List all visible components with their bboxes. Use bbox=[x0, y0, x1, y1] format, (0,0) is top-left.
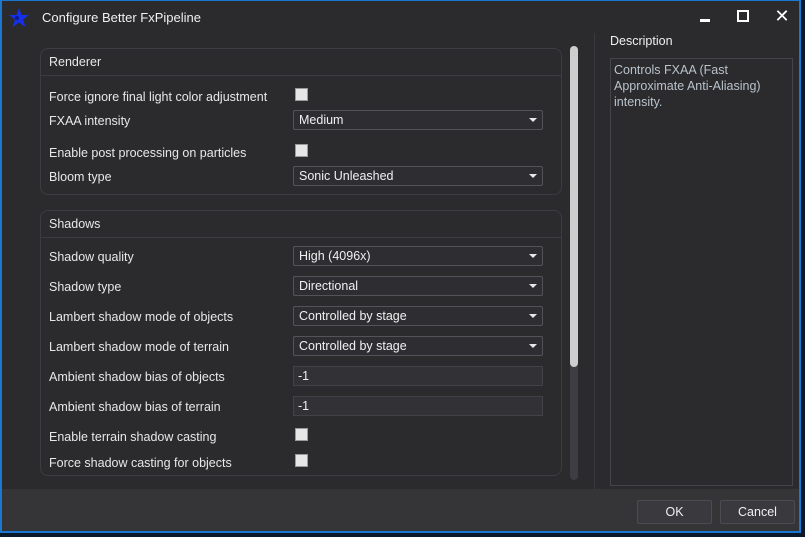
chevron-down-icon bbox=[529, 254, 537, 258]
description-box: Controls FXAA (Fast Approximate Anti-Ali… bbox=[610, 58, 793, 486]
setting-label: Ambient shadow bias of objects bbox=[49, 370, 225, 384]
close-button[interactable]: ✕ bbox=[769, 6, 795, 28]
input-value: -1 bbox=[298, 369, 310, 383]
lambert-shadow-terrain-select[interactable]: Controlled by stage bbox=[293, 336, 543, 356]
group-shadows: Shadows Shadow quality High (4096x) Shad… bbox=[40, 210, 562, 476]
lambert-shadow-objects-select[interactable]: Controlled by stage bbox=[293, 306, 543, 326]
setting-label: Ambient shadow bias of terrain bbox=[49, 400, 221, 414]
setting-row: Shadow type Directional bbox=[41, 276, 561, 300]
setting-label: Bloom type bbox=[49, 170, 112, 184]
setting-row: Lambert shadow mode of objects Controlle… bbox=[41, 306, 561, 330]
input-value: -1 bbox=[298, 399, 310, 413]
select-value: Controlled by stage bbox=[299, 339, 407, 353]
setting-row: FXAA intensity Medium bbox=[41, 110, 561, 134]
ok-button[interactable]: OK bbox=[637, 500, 712, 524]
description-title: Description bbox=[610, 34, 673, 48]
select-value: Controlled by stage bbox=[299, 309, 407, 323]
setting-label: FXAA intensity bbox=[49, 114, 131, 128]
pane-divider bbox=[594, 33, 595, 489]
setting-label: Lambert shadow mode of objects bbox=[49, 310, 234, 324]
select-value: Sonic Unleashed bbox=[299, 169, 394, 183]
chevron-down-icon bbox=[529, 284, 537, 288]
close-icon: ✕ bbox=[774, 6, 790, 26]
settings-scrollbar[interactable] bbox=[570, 46, 578, 480]
bloom-type-select[interactable]: Sonic Unleashed bbox=[293, 166, 543, 186]
shadow-quality-select[interactable]: High (4096x) bbox=[293, 246, 543, 266]
group-header: Shadows bbox=[41, 211, 561, 238]
scrollbar-thumb[interactable] bbox=[570, 46, 578, 367]
chevron-down-icon bbox=[529, 314, 537, 318]
chevron-down-icon bbox=[529, 118, 537, 122]
terrain-shadow-casting-checkbox[interactable] bbox=[295, 428, 308, 441]
setting-row: Bloom type Sonic Unleashed bbox=[41, 166, 561, 190]
fxaa-intensity-select[interactable]: Medium bbox=[293, 110, 543, 130]
group-renderer: Renderer Force ignore final light color … bbox=[40, 48, 562, 195]
ambient-bias-terrain-input[interactable]: -1 bbox=[293, 396, 543, 416]
maximize-button[interactable] bbox=[730, 6, 756, 28]
setting-label: Shadow type bbox=[49, 280, 122, 294]
setting-label: Shadow quality bbox=[49, 250, 134, 264]
ambient-bias-objects-input[interactable]: -1 bbox=[293, 366, 543, 386]
group-header: Renderer bbox=[41, 49, 561, 76]
post-processing-particles-checkbox[interactable] bbox=[295, 144, 308, 157]
setting-row: Shadow quality High (4096x) bbox=[41, 246, 561, 270]
setting-row: Ambient shadow bias of terrain -1 bbox=[41, 396, 561, 420]
select-value: Medium bbox=[299, 113, 344, 127]
shadow-type-select[interactable]: Directional bbox=[293, 276, 543, 296]
cancel-button[interactable]: Cancel bbox=[720, 500, 795, 524]
star-logo-icon bbox=[9, 8, 29, 27]
setting-row: Enable post processing on particles bbox=[41, 141, 561, 165]
chevron-down-icon bbox=[529, 174, 537, 178]
window-title: Configure Better FxPipeline bbox=[42, 10, 201, 25]
setting-label: Lambert shadow mode of terrain bbox=[49, 340, 229, 354]
config-dialog: Configure Better FxPipeline ✕ Renderer F… bbox=[0, 0, 801, 533]
setting-row: Lambert shadow mode of terrain Controlle… bbox=[41, 336, 561, 360]
setting-row: Enable terrain shadow casting bbox=[41, 425, 561, 449]
chevron-down-icon bbox=[529, 344, 537, 348]
select-value: Directional bbox=[299, 279, 359, 293]
setting-label: Force shadow casting for objects bbox=[49, 456, 232, 470]
force-ignore-light-color-checkbox[interactable] bbox=[295, 88, 308, 101]
minimize-button[interactable] bbox=[692, 6, 718, 28]
setting-row: Force shadow casting for objects bbox=[41, 451, 561, 475]
setting-label: Force ignore final light color adjustmen… bbox=[49, 90, 268, 104]
force-shadow-objects-checkbox[interactable] bbox=[295, 454, 308, 467]
select-value: High (4096x) bbox=[299, 249, 371, 263]
setting-row: Ambient shadow bias of objects -1 bbox=[41, 366, 561, 390]
setting-label: Enable post processing on particles bbox=[49, 146, 247, 160]
description-text: Controls FXAA (Fast Approximate Anti-Ali… bbox=[614, 63, 761, 109]
setting-row: Force ignore final light color adjustmen… bbox=[41, 85, 561, 109]
settings-pane: Renderer Force ignore final light color … bbox=[30, 41, 574, 483]
setting-label: Enable terrain shadow casting bbox=[49, 430, 217, 444]
title-bar: Configure Better FxPipeline ✕ bbox=[2, 1, 799, 33]
